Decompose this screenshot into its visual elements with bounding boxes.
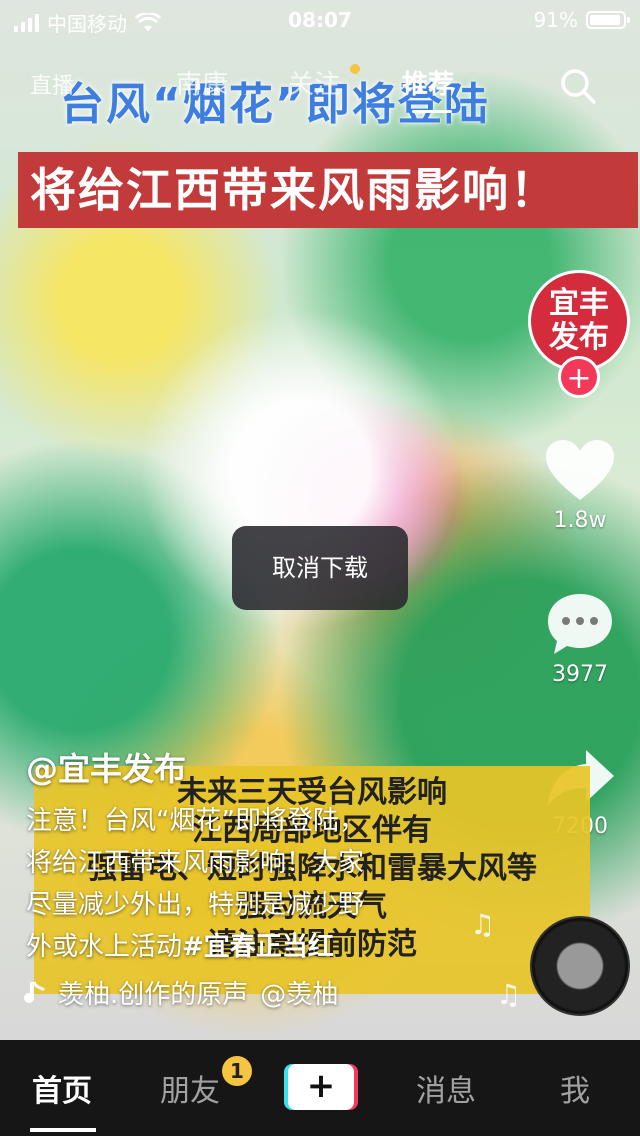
following-dot xyxy=(350,64,360,74)
description-text: 外或水上活动 xyxy=(26,932,183,962)
post-description: 注意！台风“烟花”即将登陆， 将给江西带来风雨影响！大家 尽量减少外出，特别是减… xyxy=(26,800,426,968)
battery-percent: 91% xyxy=(533,8,578,32)
description-line: 注意！台风“烟花”即将登陆， xyxy=(26,806,365,836)
nav-home-indicator xyxy=(30,1128,96,1132)
like-count: 1.8w xyxy=(553,508,607,533)
active-tab-indicator xyxy=(412,110,452,113)
avatar-text-line2: 发布 xyxy=(549,320,609,355)
author-name[interactable]: @宜丰发布 xyxy=(26,744,186,790)
tab-recommend[interactable]: 推荐 xyxy=(402,64,454,101)
follow-button[interactable]: + xyxy=(558,356,600,398)
description-line-last: 外或水上活动#宜春正当红 xyxy=(26,926,426,968)
comment-button[interactable]: 3977 xyxy=(540,590,620,687)
description-line: 将给江西带来风雨影响！大家 xyxy=(26,848,365,878)
music-info[interactable]: 羡柚.创作的原声 @羡柚 xyxy=(24,974,338,1011)
music-author: @羡柚 xyxy=(260,980,339,1010)
video-headline-banner: 将给江西带来风雨影响！ xyxy=(18,152,638,228)
search-icon[interactable] xyxy=(558,66,598,106)
status-bar: 中国移动 08:07 91% xyxy=(0,0,640,40)
music-disc[interactable] xyxy=(530,916,630,1016)
friends-badge: 1 xyxy=(222,1056,252,1086)
comment-count: 3977 xyxy=(552,662,608,687)
battery-group: 91% xyxy=(533,8,630,32)
tab-nankang[interactable]: 南康 xyxy=(176,64,228,101)
heart-icon xyxy=(546,440,614,500)
tab-live[interactable]: 直播 xyxy=(30,68,74,100)
nav-home[interactable]: 首页 xyxy=(32,1066,92,1110)
tab-following[interactable]: 关注 xyxy=(288,64,340,101)
floating-note-icon: ♫ xyxy=(496,978,522,1011)
battery-icon xyxy=(586,11,630,29)
top-tabs: 直播 南康 关注 推荐 xyxy=(0,62,640,113)
create-button[interactable]: + xyxy=(284,1064,358,1110)
nav-messages[interactable]: 消息 xyxy=(416,1066,476,1110)
floating-note-icon: ♫ xyxy=(470,908,496,941)
nav-friends[interactable]: 朋友 xyxy=(160,1066,220,1110)
comment-icon xyxy=(548,594,612,654)
music-title: 羡柚.创作的原声 xyxy=(58,980,249,1010)
like-button[interactable]: 1.8w xyxy=(540,438,620,533)
hashtag-link[interactable]: #宜春正当红 xyxy=(182,932,334,962)
avatar-text-line1: 宜丰 xyxy=(549,286,609,321)
description-line: 尽量减少外出，特别是减少野 xyxy=(26,890,365,920)
toast-cancel-download[interactable]: 取消下载 xyxy=(232,526,408,610)
create-plus-icon: + xyxy=(288,1064,354,1110)
nav-me[interactable]: 我 xyxy=(560,1066,590,1110)
music-note-icon xyxy=(24,980,46,1003)
